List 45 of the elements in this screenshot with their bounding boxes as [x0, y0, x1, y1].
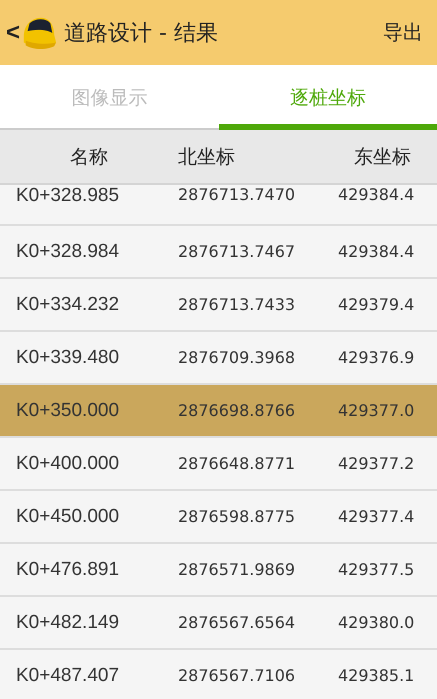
table-cell: 429376.9 [338, 348, 414, 367]
column-header: 名称 [70, 144, 109, 170]
table-cell-text: 2876709.3968 [178, 348, 296, 367]
table-row[interactable]: K0+476.891 2876571.9869 429377.5 [0, 544, 437, 597]
table-cell: 429379.4 [338, 295, 414, 314]
table-row[interactable]: K0+487.407 2876567.7106 429385.1 [0, 650, 437, 699]
table-cell: 429384.4 [338, 242, 414, 261]
table-cell-text: 2876713.7467 [178, 242, 296, 261]
table-cell: 429377.4 [338, 507, 414, 526]
table-cell-text: K0+476.891 [15, 558, 120, 580]
table-cell-text: 2876567.7106 [178, 666, 296, 685]
table-cell-text: K0+334.232 [15, 294, 120, 316]
table-cell-text: K0+487.407 [15, 664, 120, 686]
table-cell-text: 2876567.6564 [178, 613, 296, 632]
table-cell-text: K0+450.000 [15, 506, 120, 528]
export-button[interactable]: 导出 [383, 19, 423, 46]
table-row[interactable]: K0+350.000 2876698.8766 429377.0 [0, 385, 437, 438]
table-cell-text: K0+339.480 [15, 346, 120, 368]
table-cell-text: K0+350.000 [15, 400, 120, 422]
table-row[interactable]: K0+482.149 2876567.6564 429380.0 [0, 597, 437, 650]
table-cell: 429385.1 [338, 666, 414, 685]
column-header: 北坐标 [178, 144, 236, 170]
table-cell: 429380.0 [338, 613, 414, 632]
back-button[interactable]: < [6, 18, 20, 46]
table-cell-text: K0+328.984 [15, 240, 120, 262]
table-cell-text: 2876713.7433 [178, 295, 296, 314]
table-cell-text: 2876713.7470 [178, 185, 296, 204]
table-cell-text: K0+328.985 [15, 185, 120, 207]
table-cell-text: 2876598.8775 [178, 507, 296, 526]
table-row[interactable]: K0+328.984 2876713.7467 429384.4 [0, 226, 437, 279]
screen-title: 道路设计 - 结果 [64, 20, 219, 48]
table-row[interactable]: K0+450.000 2876598.8775 429377.4 [0, 491, 437, 544]
table-row[interactable]: K0+334.232 2876713.7433 429379.4 [0, 279, 437, 332]
column-header: 东坐标 [354, 144, 411, 170]
table-cell-text: 2876698.8766 [178, 401, 296, 420]
table-cell: 429377.5 [338, 560, 414, 579]
table-cell: 429377.0 [338, 401, 414, 420]
table-row[interactable]: K0+400.000 2876648.8771 429377.2 [0, 438, 437, 491]
table-cell-text: 2876571.9869 [178, 560, 296, 579]
table-row[interactable]: K0+328.985 2876713.7470 429384.4 [0, 185, 437, 226]
table-cell-text: K0+482.149 [15, 612, 120, 634]
table-cell: 429377.2 [338, 454, 414, 473]
table-cell: 429384.4 [338, 185, 414, 204]
table-cell-text: K0+400.000 [15, 452, 120, 474]
table-cell-text: 2876648.8771 [178, 454, 296, 473]
